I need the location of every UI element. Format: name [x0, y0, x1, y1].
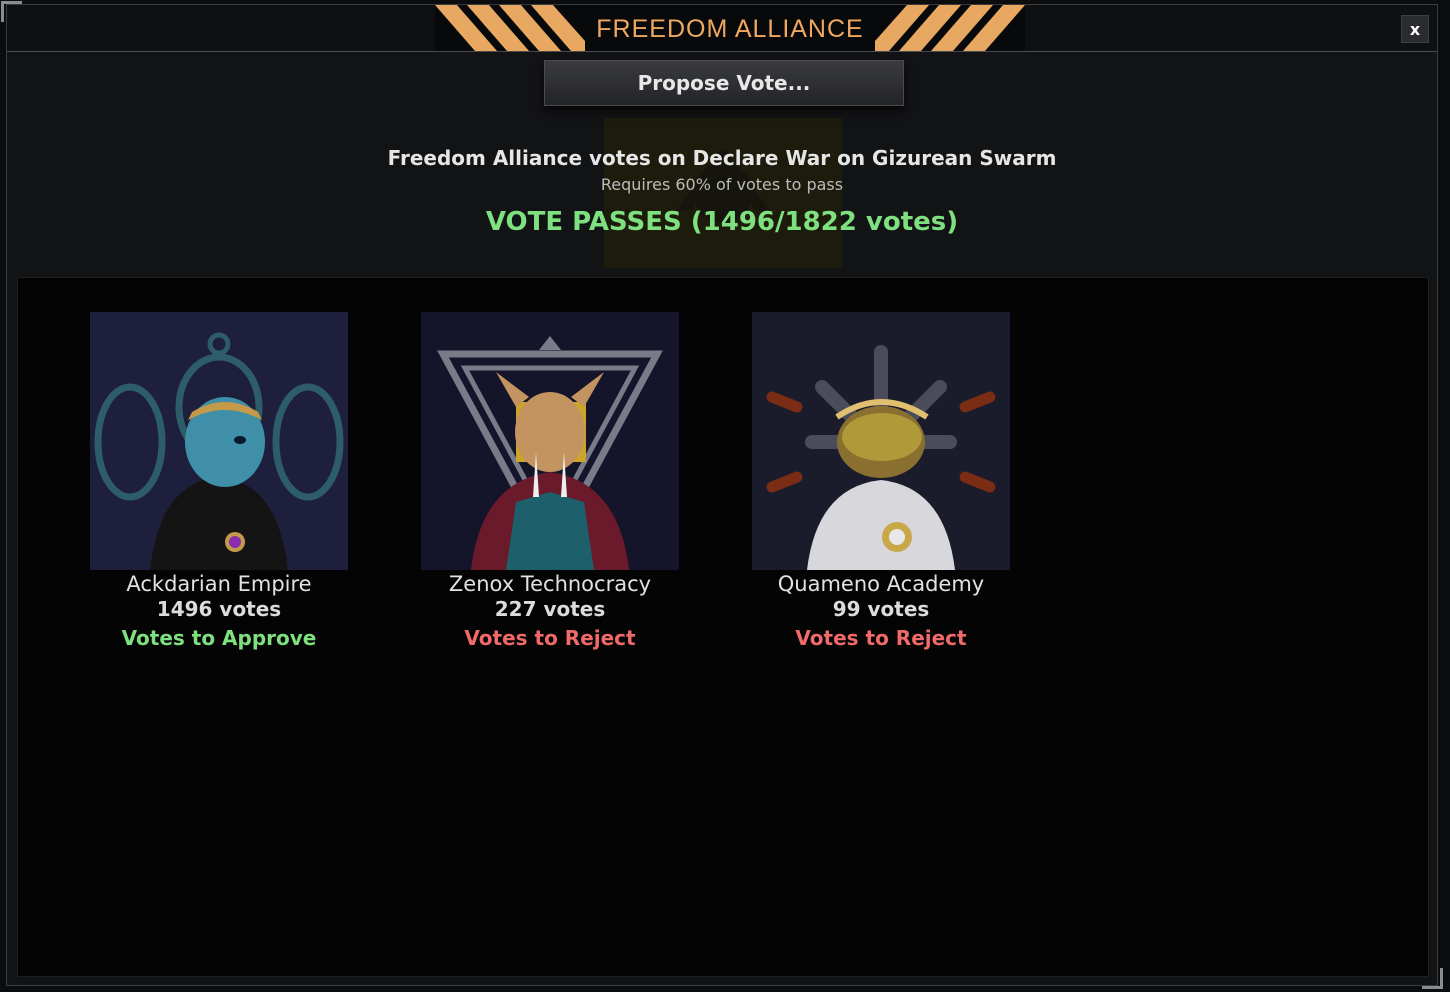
alliance-window: FREEDOM ALLIANCE x Propose Vote... Freed… — [1, 1, 1443, 989]
zenox-portrait-icon[interactable] — [421, 312, 679, 570]
faction-vote-count: 99 votes — [832, 597, 930, 621]
faction-name: Ackdarian Empire — [126, 572, 312, 596]
vote-result: VOTE PASSES (1496/1822 votes) — [485, 207, 959, 237]
faction-stance: Votes to Approve — [121, 626, 317, 650]
faction-vote-count: 1496 votes — [156, 597, 282, 621]
propose-vote-button[interactable]: Propose Vote... — [544, 60, 904, 106]
faction-card: Zenox Technocracy 227 votes Votes to Rej… — [419, 312, 681, 656]
faction-votes-panel: Ackdarian Empire 1496 votes Votes to App… — [17, 277, 1429, 977]
close-icon: x — [1409, 20, 1421, 39]
faction-name: Quameno Academy — [777, 572, 985, 596]
ackdarian-portrait-icon[interactable] — [90, 312, 348, 570]
faction-vote-count: 227 votes — [494, 597, 606, 621]
window-title: FREEDOM ALLIANCE — [596, 15, 864, 43]
vote-requirement: Requires 60% of votes to pass — [600, 175, 844, 194]
title-bar: FREEDOM ALLIANCE x — [7, 5, 1437, 52]
title-plate: FREEDOM ALLIANCE — [435, 5, 1025, 51]
faction-card: Ackdarian Empire 1496 votes Votes to App… — [88, 312, 350, 656]
quameno-portrait-icon[interactable] — [752, 312, 1010, 570]
faction-card: Quameno Academy 99 votes Votes to Reject — [750, 312, 1012, 656]
faction-stance: Votes to Reject — [795, 626, 967, 650]
faction-stance: Votes to Reject — [464, 626, 636, 650]
close-button[interactable]: x — [1401, 15, 1429, 43]
faction-name: Zenox Technocracy — [448, 572, 652, 596]
vote-title: Freedom Alliance votes on Declare War on… — [387, 146, 1057, 170]
